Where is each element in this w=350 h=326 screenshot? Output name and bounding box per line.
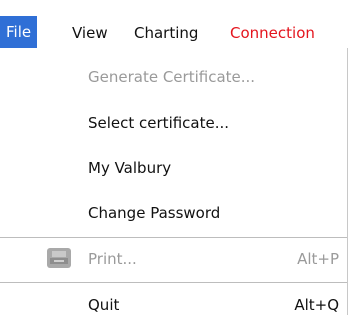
menu-item-label: Change Password	[88, 204, 221, 222]
menu-item-label: My Valbury	[88, 159, 172, 177]
printer-icon	[46, 246, 72, 270]
menu-item-shortcut: Alt+Q	[294, 296, 339, 314]
menu-connection[interactable]: Connection	[230, 20, 315, 46]
menu-charting[interactable]: Charting	[134, 20, 198, 46]
menu-item-label: Quit	[88, 296, 120, 314]
menu-item-quit[interactable]: Quit Alt+Q	[0, 282, 347, 326]
menu-item-shortcut: Alt+P	[297, 250, 339, 268]
menu-item-my-valbury[interactable]: My Valbury	[0, 145, 347, 189]
menu-item-label: Select certificate...	[88, 114, 230, 132]
file-dropdown-menu: Generate Certificate... Select certifica…	[0, 48, 348, 315]
menu-item-select-certificate[interactable]: Select certificate...	[0, 100, 347, 144]
menu-item-change-password[interactable]: Change Password	[0, 190, 347, 234]
menu-view[interactable]: View	[72, 20, 108, 46]
menu-item-generate-certificate: Generate Certificate...	[0, 54, 347, 98]
menu-item-label: Print...	[88, 250, 137, 268]
menu-file[interactable]: File	[0, 16, 38, 48]
menu-item-print: Print... Alt+P	[0, 236, 347, 280]
menu-item-label: Generate Certificate...	[88, 68, 256, 86]
